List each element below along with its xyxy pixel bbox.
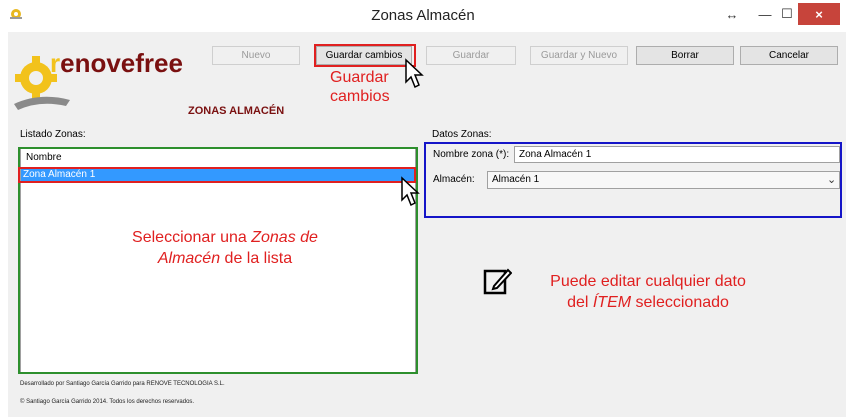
- minimize-button[interactable]: —: [754, 3, 776, 25]
- edit-annotation-line2: del ÍTEM seleccionado: [567, 294, 729, 311]
- guardar-annotation-line2: cambios: [330, 88, 390, 105]
- borrar-button[interactable]: Borrar: [636, 46, 734, 65]
- form-highlight-box: [424, 142, 842, 218]
- maximize-button[interactable]: ☐: [776, 3, 798, 25]
- selected-row-highlight: [18, 167, 416, 183]
- mouse-pointer-icon: [401, 176, 420, 207]
- section-title: ZONAS ALMACÉN: [188, 105, 285, 117]
- guardar-y-nuevo-button[interactable]: Guardar y Nuevo: [530, 46, 628, 65]
- footer-copyright: © Santiago García Garrido 2014. Todos lo…: [20, 399, 195, 405]
- logo-text: renovefree: [50, 48, 183, 78]
- edit-pencil-icon: [483, 268, 512, 295]
- guardar-cambios-highlight: [314, 44, 416, 67]
- guardar-annotation-line1: Guardar: [330, 69, 389, 86]
- close-button[interactable]: ×: [798, 3, 840, 25]
- resize-icon[interactable]: ↔: [720, 3, 744, 25]
- guardar-button[interactable]: Guardar: [426, 46, 516, 65]
- mouse-pointer-icon: [405, 58, 424, 89]
- select-annotation-line1: Seleccionar una Zonas de: [132, 229, 318, 246]
- cancelar-button[interactable]: Cancelar: [740, 46, 838, 65]
- renovefree-logo: renovefree: [14, 48, 183, 110]
- footer-credit: Desarrollado por Santiago García Garrido…: [20, 381, 225, 387]
- nuevo-button[interactable]: Nuevo: [212, 46, 300, 65]
- datos-zonas-label: Datos Zonas:: [432, 129, 492, 140]
- select-annotation-line2: Almacén de la lista: [157, 250, 293, 267]
- edit-annotation-line1: Puede editar cualquier dato: [550, 273, 746, 290]
- listado-label: Listado Zonas:: [20, 129, 86, 140]
